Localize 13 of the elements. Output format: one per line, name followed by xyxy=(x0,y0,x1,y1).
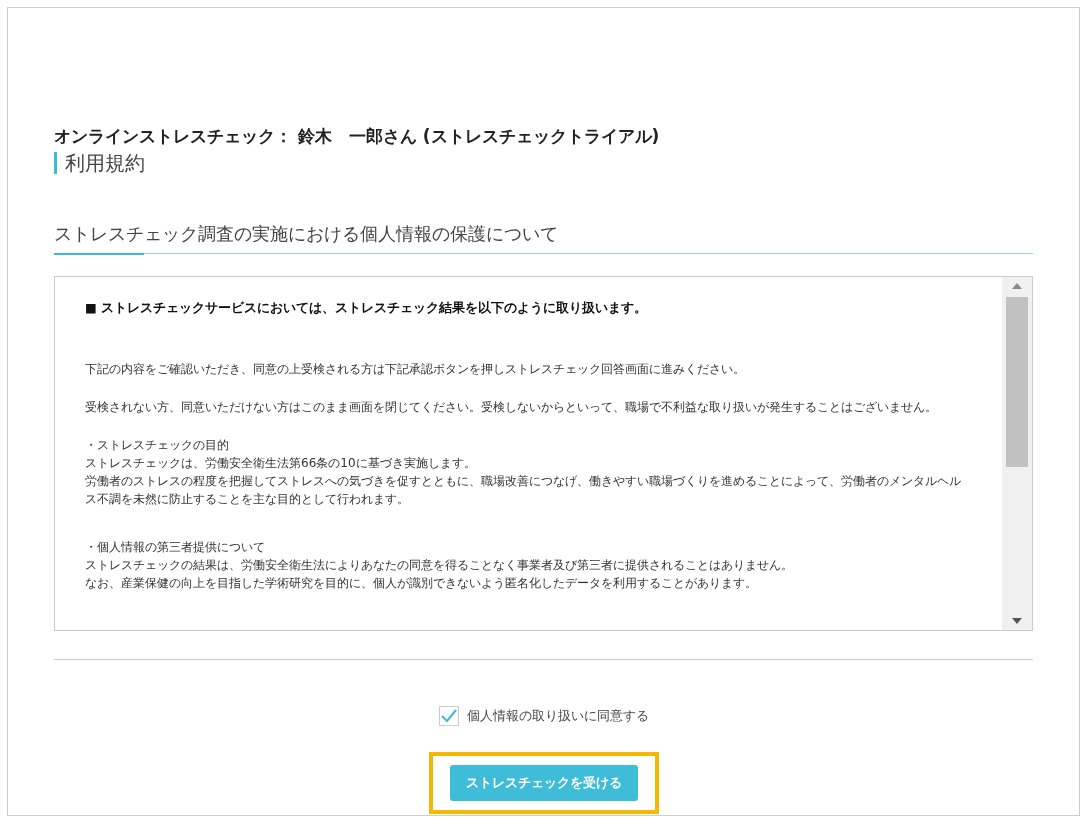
terms-text: ストレスチェックの結果は、労働安全衛生法によりあなたの同意を得ることなく事業者及び第三者に提供されることはありません。 xyxy=(85,557,794,575)
terms-text: 下記の内容をご確認いただき、同意の上受検される方は下記承認ボタンを押しストレスチェック回答画面に進みください。 xyxy=(85,361,746,379)
terms-text: 労働者のストレスの程度を把握してストレスへの気づきを促すとともに、職場改善につなげ、働きやすい職場づくりを進めることによって、労働者のメンタルヘルス不調を未然に防止することを主な目的として行われます。 xyxy=(85,473,962,509)
terms-text: ・ストレスチェックの目的 xyxy=(85,437,230,455)
terms-text: ・個人情報の第三者提供について xyxy=(85,539,266,557)
terms-heading: ■ ストレスチェックサービスにおいては、ストレスチェック結果を以下のように取り扱います。 xyxy=(85,299,649,318)
terms-text: なお、産業保健の向上を目指した学術研究を目的に、個人が識別できないよう匿名化したデータを利用することがあります。 xyxy=(85,575,758,593)
section-title: 利用規約 xyxy=(54,152,145,175)
terms-text: 受検されない方、同意いただけない方はこのまま画面を閉じてください。受検しないからといって、職場で不利益な取り扱いが発生することはございません。 xyxy=(85,399,938,417)
terms-text: ストレスチェックは、労働安全衛生法第66条の10に基づき実施します。 xyxy=(85,455,477,473)
page-title: オンラインストレスチェック： 鈴木 一郎さん (ストレスチェックトライアル) xyxy=(54,126,661,147)
subsection-title: ストレスチェック調査の実施における個人情報の保護について xyxy=(54,220,1033,255)
consent-label[interactable]: 個人情報の取り扱いに同意する xyxy=(466,707,649,726)
